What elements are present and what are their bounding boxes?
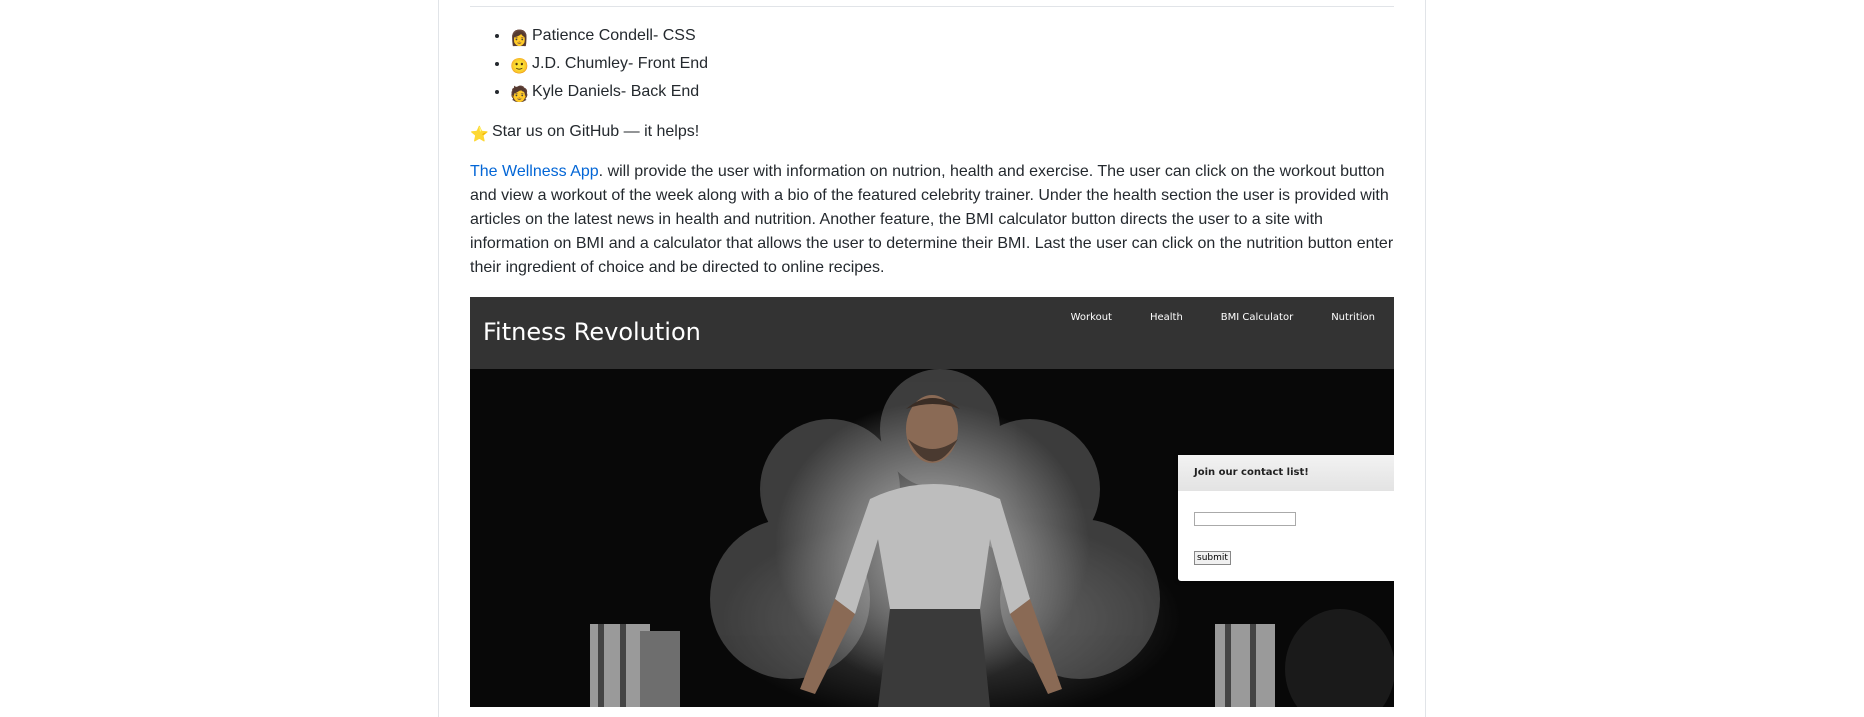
contributor-name: Patience Condell- CSS (532, 27, 696, 44)
site-brand: Fitness Revolution (483, 318, 701, 346)
technologist-icon: 🧑 (510, 86, 529, 103)
submit-button[interactable]: submit (1194, 551, 1231, 565)
star-icon: ⭐ (470, 126, 489, 143)
weight-plate-right (1215, 609, 1394, 707)
divider (470, 6, 1394, 7)
contact-form: Join our contact list! submit (1178, 455, 1394, 581)
nav-nutrition[interactable]: Nutrition (1312, 311, 1394, 325)
contact-form-title: Join our contact list! (1178, 455, 1394, 491)
site-nav: Workout Health BMI Calculator Nutrition (1052, 311, 1394, 325)
wellness-app-link[interactable]: The Wellness App (470, 163, 599, 180)
contributor-item: 👩Patience Condell- CSS (510, 22, 708, 50)
contact-email-input[interactable] (1194, 512, 1296, 526)
contributor-name: J.D. Chumley- Front End (532, 55, 709, 72)
nav-bmi-calculator[interactable]: BMI Calculator (1202, 311, 1312, 325)
hero-image: Join our contact list! submit (470, 369, 1394, 707)
description-body: . will provide the user with information… (470, 163, 1394, 276)
nav-workout[interactable]: Workout (1052, 311, 1131, 325)
app-screenshot: Fitness Revolution Workout Health BMI Ca… (470, 297, 1394, 707)
weight-plate-left (590, 624, 680, 707)
nav-health[interactable]: Health (1131, 311, 1202, 325)
contributor-name: Kyle Daniels- Back End (532, 83, 700, 100)
woman-technologist-icon: 👩 (510, 30, 529, 47)
star-text: Star us on GitHub — it helps! (492, 123, 700, 140)
contributor-item: 🧑Kyle Daniels- Back End (510, 78, 708, 106)
site-header: Fitness Revolution Workout Health BMI Ca… (470, 297, 1394, 369)
contributors-list: 👩Patience Condell- CSS 🙂J.D. Chumley- Fr… (470, 22, 708, 106)
app-description: The Wellness App. will provide the user … (470, 160, 1394, 280)
star-callout: ⭐ Star us on GitHub — it helps! (470, 120, 699, 144)
smiling-face-icon: 🙂 (510, 58, 529, 75)
contributor-item: 🙂J.D. Chumley- Front End (510, 50, 708, 78)
